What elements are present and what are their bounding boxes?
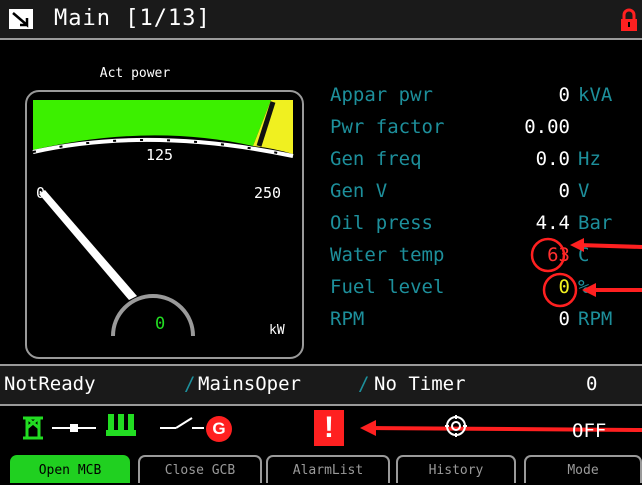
status-separator-1: / — [184, 373, 196, 395]
history-button[interactable]: History — [396, 455, 516, 483]
rpm-label: RPM — [330, 308, 365, 330]
gen-v-label: Gen V — [330, 180, 388, 202]
status-bar: NotReady / MainsOper / No Timer 0 — [0, 364, 642, 406]
mains-icon — [23, 416, 43, 440]
gauge-label: Act power — [99, 66, 171, 81]
power-unit: kW — [269, 323, 285, 338]
status-timer: No Timer — [374, 373, 466, 395]
appar-pwr-unit: kVA — [578, 84, 613, 106]
gen-freq-value: 0.0 — [535, 148, 570, 170]
gauge-tick-mid: 125 — [146, 146, 174, 164]
mode-indicator: OFF — [572, 420, 607, 442]
gen-v-unit: V — [578, 180, 590, 202]
gen-v-value: 0 — [558, 180, 570, 202]
annotation-arrow-water — [577, 243, 642, 249]
pwr-factor-label: Pwr factor — [330, 116, 445, 138]
annotation-circle-water — [530, 237, 566, 273]
header-bar: Main [1/13] — [0, 0, 642, 40]
status-mode: MainsOper — [198, 373, 301, 395]
annotation-circle-fuel — [542, 272, 578, 308]
power-value: 0 — [155, 314, 166, 334]
status-state: NotReady — [4, 373, 96, 395]
mode-button[interactable]: Mode — [524, 455, 642, 483]
alarm-list-button[interactable]: AlarmList — [266, 455, 390, 483]
page-title: Main [1/13] — [54, 6, 211, 31]
gauge-tick-min: 0 — [36, 184, 46, 202]
engine-icon — [445, 415, 467, 437]
lock-icon — [621, 8, 637, 31]
gauge-needle — [39, 190, 137, 300]
close-gcb-button[interactable]: Close GCB — [138, 455, 262, 483]
gen-freq-label: Gen freq — [330, 148, 422, 170]
state-icon-row: G ! OFF — [0, 404, 642, 452]
gauge-green-band — [33, 100, 271, 150]
pwr-factor-value: 0.00 — [524, 116, 570, 138]
water-temp-label: Water temp — [330, 244, 445, 266]
annotation-marks — [530, 237, 642, 308]
open-mcb-button[interactable]: Open MCB — [10, 455, 130, 483]
appar-pwr-value: 0 — [558, 84, 570, 106]
oil-press-unit: Bar — [578, 212, 613, 234]
appar-pwr-label: Appar pwr — [330, 84, 433, 106]
oil-press-label: Oil press — [330, 212, 433, 234]
status-separator-2: / — [358, 373, 370, 395]
menu-screen-icon[interactable] — [8, 8, 34, 30]
status-timer-value: 0 — [586, 373, 598, 395]
gcb-breaker-icon — [160, 417, 204, 429]
gen-freq-unit: Hz — [578, 148, 601, 170]
alarm-icon[interactable]: ! — [314, 410, 344, 446]
fuel-level-label: Fuel level — [330, 276, 445, 298]
load-icon — [106, 414, 136, 436]
generator-icon: G — [206, 416, 232, 442]
gauge-hub — [111, 294, 195, 337]
gauge-tick-max: 250 — [254, 184, 282, 202]
oil-press-value: 4.4 — [535, 212, 570, 234]
mcb-breaker-icon — [52, 424, 96, 432]
